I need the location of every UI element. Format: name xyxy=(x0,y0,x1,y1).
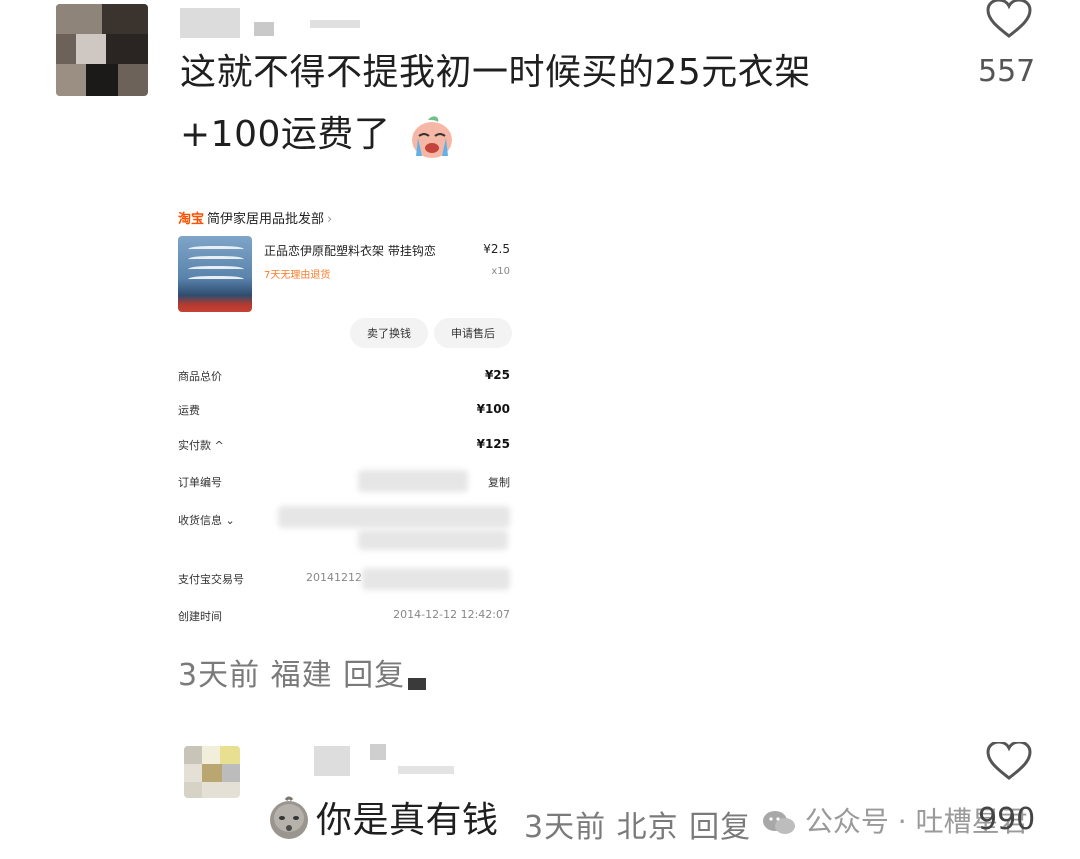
order-row-paid: 实付款 ^ ¥125 xyxy=(178,437,510,457)
comment-meta[interactable]: 3天前 北京 回复 xyxy=(524,802,751,846)
taobao-tag: 淘宝 xyxy=(178,212,205,227)
username-blurred xyxy=(254,22,274,36)
row-value: ¥100 xyxy=(476,402,510,416)
cursor-block xyxy=(408,678,426,690)
product-image xyxy=(178,236,252,312)
username-blurred xyxy=(398,766,454,774)
row-label: 商品总价 xyxy=(178,370,222,383)
comment-line-text: +100运费了 xyxy=(180,114,391,155)
wechat-icon xyxy=(763,811,795,834)
comment-text: 这就不得不提我初一时候买的25元衣架 +100运费了 xyxy=(180,42,811,166)
after-sale-button: 申请售后 xyxy=(434,318,512,348)
like-count: 557 xyxy=(978,54,1036,89)
username-blurred[interactable] xyxy=(180,8,240,38)
like-heart-icon[interactable] xyxy=(986,742,1032,780)
row-label: 支付宝交易号 xyxy=(178,573,244,586)
order-row-shipping: 运费 ¥100 xyxy=(178,402,510,422)
copy-button: 复制 xyxy=(488,476,510,489)
row-label: 实付款 ^ xyxy=(178,439,224,452)
username-blurred xyxy=(310,20,360,28)
order-screenshot[interactable]: 淘宝 简伊家居用品批发部 › 正品恋伊原配塑料衣架 带挂钩恋 7天无理由退货 ¥2.… xyxy=(172,188,512,638)
comment-meta[interactable]: 3天前 福建 回复 xyxy=(178,650,405,694)
like-heart-icon[interactable] xyxy=(986,0,1032,38)
row-label: 运费 xyxy=(178,404,200,417)
avatar[interactable] xyxy=(184,746,240,798)
shop-header: 淘宝 简伊家居用品批发部 › xyxy=(178,208,332,227)
username-blurred[interactable] xyxy=(314,746,350,776)
product-quantity: x10 xyxy=(491,266,510,277)
tired-face-icon xyxy=(270,796,308,839)
chevron-right-icon: › xyxy=(327,212,333,227)
address-blurred xyxy=(278,506,510,528)
avatar[interactable] xyxy=(56,4,148,96)
row-label: 订单编号 xyxy=(178,476,222,489)
order-row-total: 商品总价 ¥25 xyxy=(178,368,510,388)
order-row-created: 创建时间 2014-12-12 12:42:07 xyxy=(178,608,510,628)
sell-button: 卖了换钱 xyxy=(350,318,428,348)
shop-name: 简伊家居用品批发部 xyxy=(207,212,325,227)
username-blurred xyxy=(370,744,386,760)
row-value: ¥25 xyxy=(484,368,510,382)
row-value: 2014-12-12 12:42:07 xyxy=(393,608,510,621)
row-label: 创建时间 xyxy=(178,610,222,623)
comment-text: 你是真有钱 xyxy=(316,800,499,841)
like-count: 990 xyxy=(978,802,1036,837)
row-value: ¥125 xyxy=(476,437,510,451)
product-return-note: 7天无理由退货 xyxy=(264,270,331,281)
order-number-blurred xyxy=(358,470,468,492)
address-blurred xyxy=(358,530,508,550)
comment-line: 这就不得不提我初一时候买的25元衣架 xyxy=(180,52,811,93)
alipay-number-prefix: 20141212 xyxy=(306,571,362,584)
crying-face-icon xyxy=(412,116,453,158)
comment-line: +100运费了 xyxy=(180,104,811,166)
row-label: 收货信息 ⌄ xyxy=(178,514,235,527)
product-price: ¥2.5 xyxy=(483,242,510,256)
product-title: 正品恋伊原配塑料衣架 带挂钩恋 xyxy=(264,244,436,258)
alipay-number-blurred xyxy=(362,568,510,590)
